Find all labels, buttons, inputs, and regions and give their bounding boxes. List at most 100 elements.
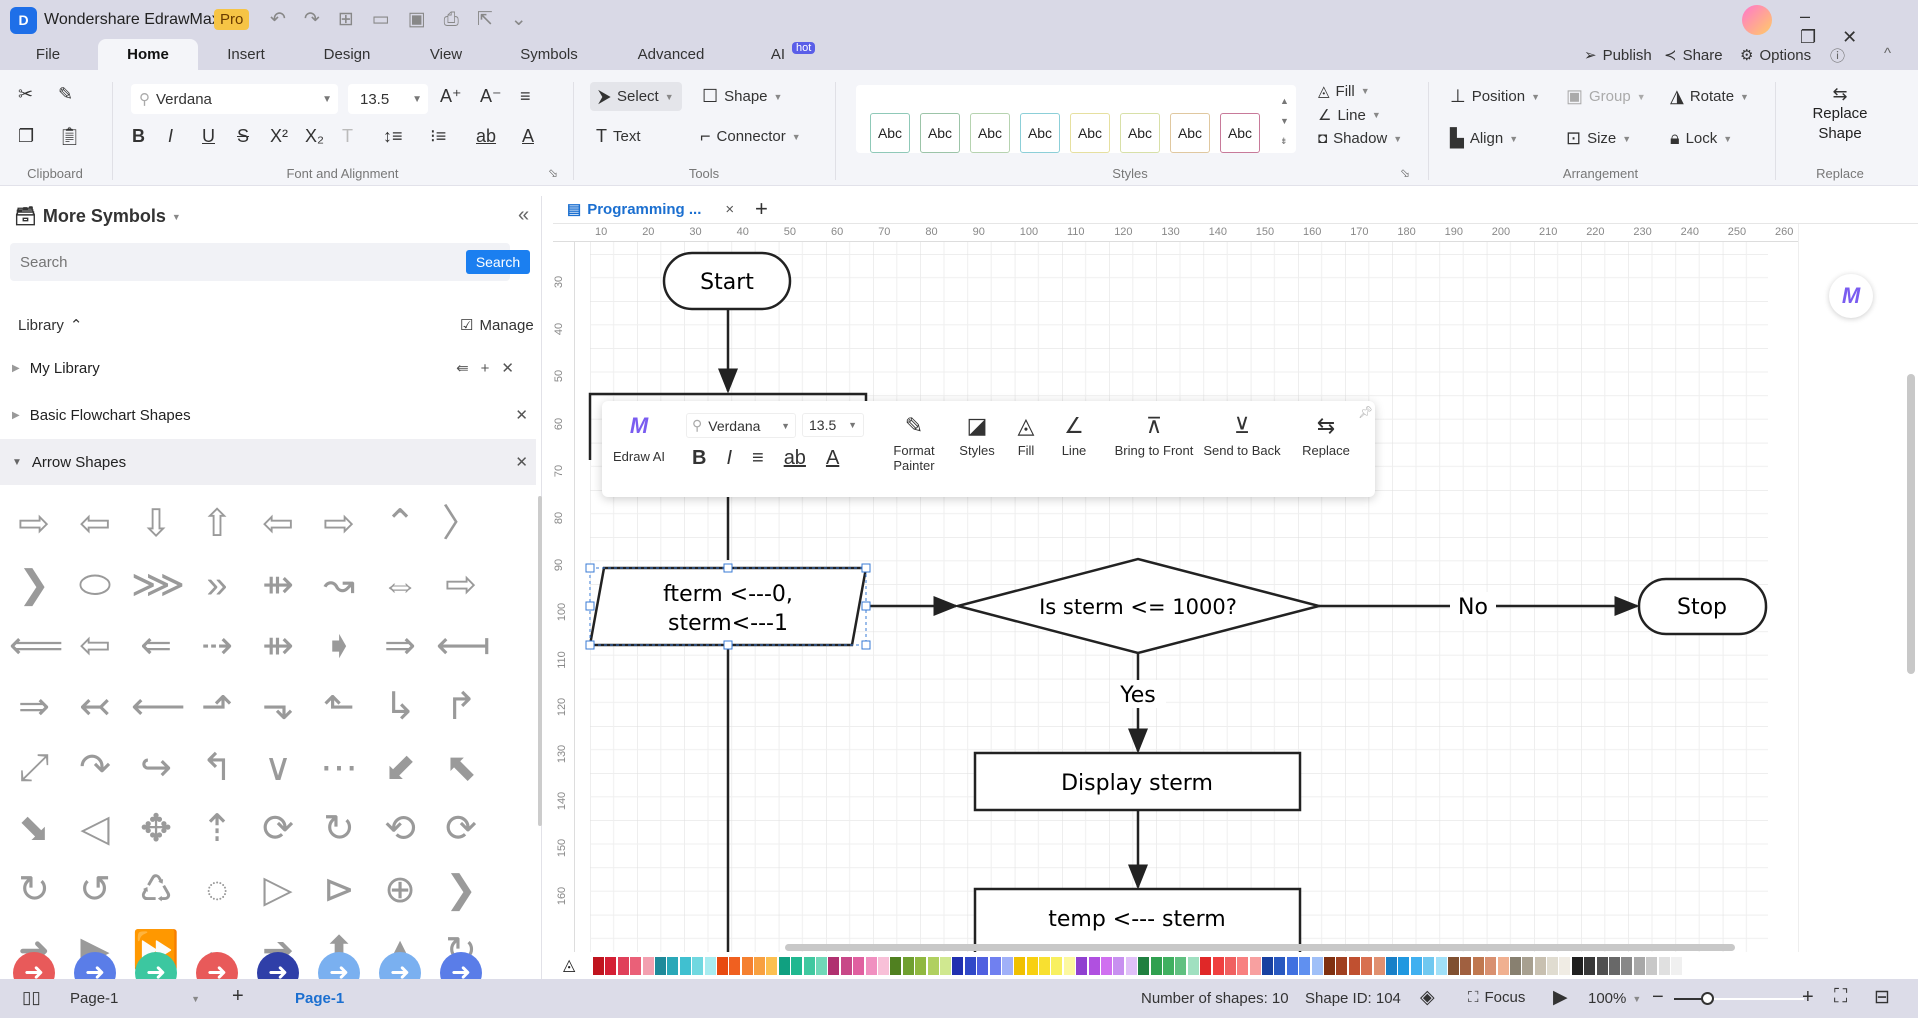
color-swatch[interactable] xyxy=(1447,956,1459,975)
tab-ai[interactable]: AI xyxy=(766,39,790,70)
arrow-shape-symbol[interactable]: ▷ xyxy=(253,865,303,915)
color-swatch[interactable] xyxy=(704,956,716,975)
color-swatch[interactable] xyxy=(1398,956,1410,975)
color-swatch[interactable] xyxy=(1609,956,1621,975)
page-selector[interactable]: Page-1 ▼ xyxy=(70,990,200,1007)
color-swatch[interactable] xyxy=(1286,956,1298,975)
arrow-shape-symbol[interactable]: ⬎ xyxy=(253,682,303,732)
color-swatch[interactable] xyxy=(791,956,803,975)
help-button[interactable]: ⓘ xyxy=(1830,45,1845,66)
color-swatch[interactable] xyxy=(1175,956,1187,975)
zoom-slider[interactable] xyxy=(1674,992,1804,1005)
float-font-select[interactable]: ⚲ Verdana ▼ xyxy=(686,413,796,438)
color-swatch[interactable] xyxy=(1262,956,1274,975)
arrow-shape-symbol[interactable]: ↝ xyxy=(314,560,364,610)
arrow-shape-symbol[interactable]: ✥ xyxy=(131,804,181,854)
color-swatch[interactable] xyxy=(1435,956,1447,975)
zoom-in-icon[interactable]: + xyxy=(1802,986,1814,1009)
arrow-shape-symbol[interactable]: ⇦ xyxy=(253,499,303,549)
color-swatch[interactable] xyxy=(1336,956,1348,975)
play-icon[interactable]: ▶ xyxy=(1553,986,1568,1009)
color-swatch[interactable] xyxy=(1497,956,1509,975)
italic-icon[interactable]: I xyxy=(168,126,173,147)
color-swatch[interactable] xyxy=(803,956,815,975)
tab-view[interactable]: View xyxy=(420,39,472,70)
style-swatch[interactable]: Abc xyxy=(1020,113,1060,153)
document-tab[interactable]: ▤ Programming ... × xyxy=(567,200,734,219)
import-icon[interactable]: ⇚ xyxy=(456,360,481,377)
style-swatch[interactable]: Abc xyxy=(1220,113,1260,153)
manage-button[interactable]: ☑ Manage xyxy=(460,316,534,335)
arrow-shape-symbol[interactable]: ⌃ xyxy=(375,499,425,549)
arrow-shape-symbol[interactable]: ⇐ xyxy=(131,621,181,671)
arrow-shape-symbol[interactable]: ⇩ xyxy=(131,499,181,549)
color-swatch[interactable] xyxy=(1386,956,1397,975)
color-swatch[interactable] xyxy=(902,956,914,975)
tab-symbols[interactable]: Symbols xyxy=(514,39,584,70)
arrow-shape-symbol[interactable]: ↻ xyxy=(314,804,364,854)
align-button[interactable]: ▙ Align ▼ xyxy=(1450,128,1518,149)
line-button[interactable]: ∠ Line xyxy=(1054,409,1094,458)
style-swatch[interactable]: Abc xyxy=(870,113,910,153)
drawing-canvas[interactable]: Start fterm <---0, sterm<---1 Is sterm <… xyxy=(575,242,1798,952)
fill-bucket-icon[interactable]: ◬ xyxy=(563,955,575,975)
color-swatch[interactable] xyxy=(1014,956,1026,975)
color-swatch[interactable] xyxy=(1547,956,1559,975)
color-swatch[interactable] xyxy=(679,956,691,975)
arrow-shape-symbol[interactable]: ⋙ xyxy=(131,560,185,610)
share-button[interactable]: ≺ Share xyxy=(1664,46,1723,65)
align-icon[interactable]: ≡ xyxy=(752,447,764,470)
arrow-shape-symbol[interactable]: ⇒ xyxy=(9,682,59,732)
fit-page-icon[interactable]: ⛶ xyxy=(1834,986,1847,1008)
align-icon[interactable]: ≡ xyxy=(520,86,531,107)
color-swatch[interactable] xyxy=(692,956,704,975)
customize-icon[interactable]: ⌄ xyxy=(511,9,545,30)
search-input[interactable] xyxy=(10,243,410,281)
position-button[interactable]: ⊥ Position ▼ xyxy=(1450,86,1540,107)
increase-font-icon[interactable]: A⁺ xyxy=(440,86,462,107)
float-size-select[interactable]: 13.5 ▼ xyxy=(802,413,864,437)
highlight-icon[interactable]: ab xyxy=(784,447,806,470)
bold-icon[interactable]: B xyxy=(692,447,706,470)
color-swatch[interactable] xyxy=(1472,956,1484,975)
color-swatch[interactable] xyxy=(952,956,964,975)
style-swatch[interactable]: Abc xyxy=(1070,113,1110,153)
color-swatch[interactable] xyxy=(1162,956,1174,975)
color-swatch[interactable] xyxy=(1212,956,1224,975)
quick-access-toolbar[interactable]: ↶↷⊞▭▣⎙⇱⌄ xyxy=(270,8,545,31)
save-icon[interactable]: ▣ xyxy=(408,9,444,30)
window-controls[interactable]: –❐✕ xyxy=(1800,6,1918,48)
color-swatch[interactable] xyxy=(1559,956,1571,975)
color-swatch[interactable] xyxy=(766,956,778,975)
tab-design[interactable]: Design xyxy=(316,39,378,70)
color-swatch[interactable] xyxy=(667,956,679,975)
zoom-out-icon[interactable]: − xyxy=(1652,986,1664,1009)
color-swatch[interactable] xyxy=(1571,956,1583,975)
font-color-icon[interactable]: A xyxy=(826,447,839,470)
arrow-shape-symbol[interactable]: ➧ xyxy=(314,621,364,671)
color-swatch[interactable] xyxy=(729,956,741,975)
rotate-button[interactable]: ◮ Rotate ▼ xyxy=(1670,86,1749,107)
arrow-shape-symbol[interactable]: ↱ xyxy=(436,682,486,732)
color-swatch[interactable] xyxy=(1534,956,1546,975)
arrow-shape-symbol[interactable]: ⇦ xyxy=(70,499,120,549)
color-swatch[interactable] xyxy=(741,956,753,975)
arrow-shape-symbol[interactable]: ⇻ xyxy=(253,621,303,671)
arrow-shape-symbol[interactable]: 〉 xyxy=(436,499,486,549)
layers-icon[interactable]: ◈ xyxy=(1420,986,1435,1009)
color-swatch[interactable] xyxy=(754,956,766,975)
color-swatch[interactable] xyxy=(778,956,790,975)
new-icon[interactable]: ⊞ xyxy=(338,9,372,30)
color-swatch[interactable] xyxy=(1658,956,1670,975)
bullets-icon[interactable]: ⁝≡ xyxy=(430,126,446,147)
arrow-shape-symbol[interactable]: ↰ xyxy=(192,743,242,793)
color-swatch[interactable] xyxy=(1621,956,1633,975)
arrow-shape-symbol[interactable]: ↢ xyxy=(70,682,120,732)
bring-to-front-button[interactable]: ⊼ Bring to Front xyxy=(1110,409,1198,458)
arrow-shape-symbol[interactable]: » xyxy=(192,560,242,610)
arrow-shape-symbol[interactable]: ⟳ xyxy=(436,804,486,854)
color-swatch[interactable] xyxy=(642,956,654,975)
tab-home[interactable]: Home xyxy=(98,39,198,70)
gallery-scroll[interactable]: ▲ ▼ ⇟ xyxy=(1280,91,1289,151)
arrow-shape-symbol[interactable]: ◌ xyxy=(192,865,242,915)
